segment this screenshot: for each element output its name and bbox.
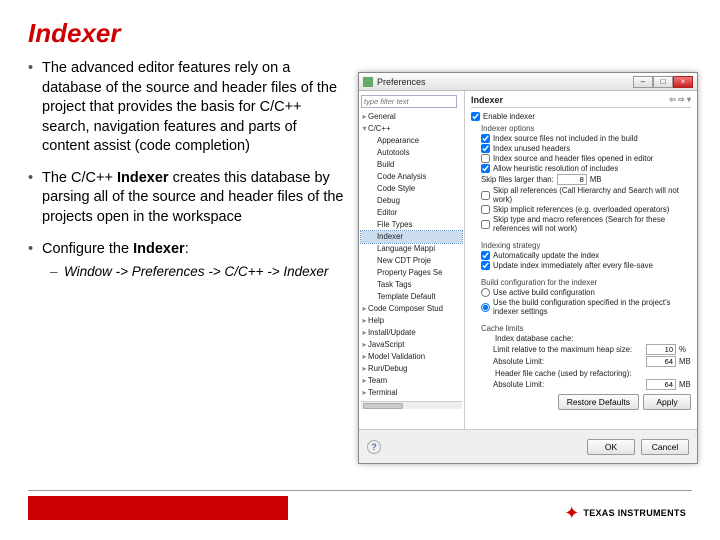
filter-input[interactable] <box>361 95 457 108</box>
build-config-label: Build configuration for the indexer <box>471 278 691 287</box>
preferences-dialog: Preferences – □ × ▸General ▾C/C++ Appear… <box>358 72 698 464</box>
checkbox-option[interactable] <box>481 220 490 229</box>
tree-item[interactable]: ▸Code Composer Stud <box>361 303 462 315</box>
radio-option[interactable] <box>481 288 490 297</box>
bullet-2: The C/C++ Indexer creates this database … <box>28 169 348 228</box>
hdr-limit-input[interactable] <box>646 379 676 390</box>
tree-scrollbar[interactable] <box>361 401 462 409</box>
section-title: Indexer <box>471 95 503 105</box>
tree-item[interactable]: Code Style <box>361 183 462 195</box>
tree-pane: ▸General ▾C/C++ AppearanceAutotoolsBuild… <box>359 91 465 429</box>
checkbox-option[interactable] <box>481 164 490 173</box>
settings-pane: Indexer⇦ ⇨ ▾ Enable indexer Indexer opti… <box>465 91 697 429</box>
skip-files-size-input[interactable] <box>557 174 587 185</box>
checkbox-option[interactable] <box>481 154 490 163</box>
tree-item[interactable]: Autotools <box>361 147 462 159</box>
minimize-button[interactable]: – <box>633 76 653 88</box>
tree-item[interactable]: Language Mappi <box>361 243 462 255</box>
checkbox-option[interactable] <box>481 144 490 153</box>
tree-item[interactable]: Editor <box>361 207 462 219</box>
tree-item[interactable]: ▸Terminal <box>361 387 462 399</box>
bullet-3: Configure the Indexer: Window -> Prefere… <box>28 240 348 282</box>
tree-item[interactable]: New CDT Proje <box>361 255 462 267</box>
close-button[interactable]: × <box>673 76 693 88</box>
ti-logo: ✦ TEXAS INSTRUMENTS <box>564 504 686 522</box>
preference-tree[interactable]: ▸General ▾C/C++ AppearanceAutotoolsBuild… <box>361 111 462 399</box>
radio-option[interactable] <box>481 303 490 312</box>
heap-limit-input[interactable] <box>646 344 676 355</box>
ok-button[interactable]: OK <box>587 439 635 455</box>
ti-logo-icon: ✦ <box>564 504 579 522</box>
nav-arrows[interactable]: ⇦ ⇨ ▾ <box>669 95 691 105</box>
cache-limits-label: Cache limits <box>471 324 691 333</box>
tree-item[interactable]: ▸Model Validation <box>361 351 462 363</box>
skip-files-label: Skip files larger than: <box>481 175 554 184</box>
bullet-3-sub: Window -> Preferences -> C/C++ -> Indexe… <box>42 263 348 281</box>
tree-item[interactable]: File Types <box>361 219 462 231</box>
checkbox-option[interactable] <box>481 251 490 260</box>
checkbox-option[interactable] <box>481 191 490 200</box>
footer-accent <box>28 496 288 520</box>
app-icon <box>363 77 373 87</box>
tree-item[interactable]: Indexer <box>361 231 462 243</box>
help-icon[interactable]: ? <box>367 440 381 454</box>
apply-button[interactable]: Apply <box>643 394 691 410</box>
cancel-button[interactable]: Cancel <box>641 439 689 455</box>
dialog-title: Preferences <box>377 77 633 87</box>
abs-limit-input[interactable] <box>646 356 676 367</box>
restore-defaults-button[interactable]: Restore Defaults <box>558 394 639 410</box>
tree-item[interactable]: ▸Help <box>361 315 462 327</box>
bullet-list: The advanced editor features rely on a d… <box>28 59 348 293</box>
tree-item[interactable]: Debug <box>361 195 462 207</box>
maximize-button[interactable]: □ <box>653 76 673 88</box>
tree-item[interactable]: ▸Install/Update <box>361 327 462 339</box>
strategy-label: Indexing strategy <box>471 241 691 250</box>
indexer-options-label: Indexer options <box>471 124 691 133</box>
checkbox-option[interactable] <box>481 134 490 143</box>
tree-item[interactable]: Task Tags <box>361 279 462 291</box>
tree-item[interactable]: ▸Team <box>361 375 462 387</box>
tree-item[interactable]: ▸Run/Debug <box>361 363 462 375</box>
checkbox-option[interactable] <box>481 205 490 214</box>
tree-item[interactable]: ▸JavaScript <box>361 339 462 351</box>
tree-item[interactable]: Code Analysis <box>361 171 462 183</box>
tree-item[interactable]: Property Pages Se <box>361 267 462 279</box>
tree-item[interactable]: Build <box>361 159 462 171</box>
tree-item[interactable]: Appearance <box>361 135 462 147</box>
enable-indexer-checkbox[interactable] <box>471 112 480 121</box>
titlebar[interactable]: Preferences – □ × <box>359 73 697 91</box>
checkbox-option[interactable] <box>481 261 490 270</box>
slide-title: Indexer <box>28 18 692 49</box>
bullet-1: The advanced editor features rely on a d… <box>28 59 348 157</box>
tree-item[interactable]: Template Default <box>361 291 462 303</box>
